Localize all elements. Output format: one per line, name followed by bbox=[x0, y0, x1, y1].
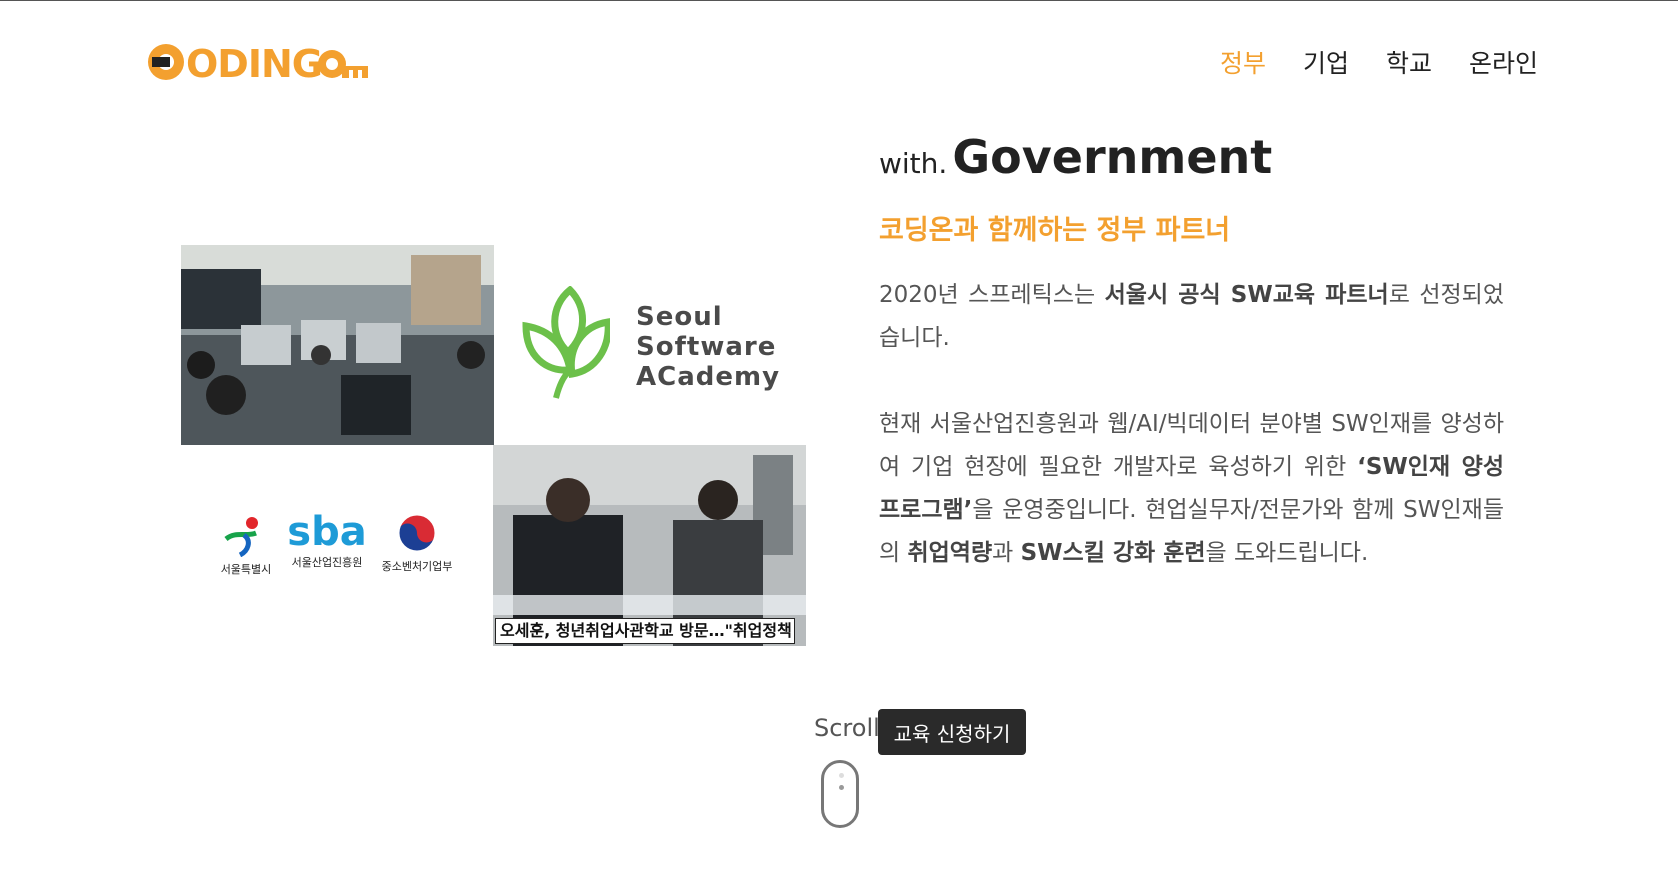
mouse-scroll-icon[interactable] bbox=[821, 760, 859, 828]
ssa-leaf-icon bbox=[520, 285, 612, 402]
intro-paragraph: 2020년 스프레틱스는 서울시 공식 SW교육 파트너로 선정되었습니다. bbox=[879, 274, 1504, 360]
nav-item-online[interactable]: 온라인 bbox=[1469, 44, 1538, 80]
codingon-logo-graphic: ODING bbox=[148, 42, 368, 84]
mss-logo: 중소벤처기업부 bbox=[374, 512, 460, 574]
svg-text:ODING: ODING bbox=[186, 42, 322, 84]
ssa-line-2: Software bbox=[636, 332, 777, 362]
program-paragraph: 현재 서울산업진흥원과 웹/AI/빅데이터 분야별 SW인재를 양성하여 기업 … bbox=[879, 403, 1504, 575]
codingon-logo[interactable]: ODING bbox=[144, 40, 374, 84]
section-subheadline: 코딩온과 함께하는 정부 파트너 bbox=[879, 215, 1231, 246]
seoul-city-label: 서울특별시 bbox=[220, 563, 272, 576]
scroll-label: Scroll bbox=[814, 714, 880, 742]
seoul-city-logo: 서울특별시 bbox=[216, 515, 276, 577]
classroom-photo bbox=[181, 245, 494, 445]
ssa-line-3: ACademy bbox=[636, 362, 781, 392]
sba-label: 서울산업진흥원 bbox=[291, 556, 363, 569]
program-bold-2: 취업역량 bbox=[907, 540, 993, 566]
taegeuk-icon bbox=[396, 512, 438, 554]
nav-item-school[interactable]: 학교 bbox=[1386, 44, 1432, 80]
intro-text-1: 2020년 스프레틱스는 bbox=[879, 282, 1105, 308]
program-bold-3: SW스킬 강화 훈련 bbox=[1020, 540, 1206, 566]
mss-label: 중소벤처기업부 bbox=[381, 560, 453, 573]
sba-logo: sba 서울산업진흥원 bbox=[286, 510, 368, 570]
headline-prefix: with. bbox=[879, 147, 948, 180]
nav-item-enterprise[interactable]: 기업 bbox=[1303, 44, 1349, 80]
headline-title: Government bbox=[952, 130, 1273, 184]
main-nav: 정부 기업 학교 온라인 bbox=[1200, 44, 1560, 80]
ssa-line-1: Seoul bbox=[636, 302, 723, 332]
seoul-city-icon bbox=[224, 517, 258, 558]
intro-bold-1: 서울시 공식 SW교육 파트너 bbox=[1104, 282, 1389, 308]
program-text-4: 을 도와드립니다. bbox=[1205, 540, 1369, 566]
top-border bbox=[0, 0, 1678, 1]
news-caption: 오세훈, 청년취업사관학교 방문…"취업정책 강화" bbox=[495, 618, 795, 644]
section-headline: with. Government bbox=[879, 130, 1272, 184]
nav-item-government[interactable]: 정부 bbox=[1220, 44, 1266, 80]
sba-mark: sba bbox=[287, 509, 367, 555]
news-visit-photo: 오세훈, 청년취업사관학교 방문…"취업정책 강화" bbox=[493, 445, 806, 646]
apply-course-button[interactable]: 교육 신청하기 bbox=[878, 709, 1026, 755]
program-text-3: 과 bbox=[992, 540, 1021, 566]
ssa-wordmark: Seoul Software ACademy bbox=[636, 302, 780, 392]
